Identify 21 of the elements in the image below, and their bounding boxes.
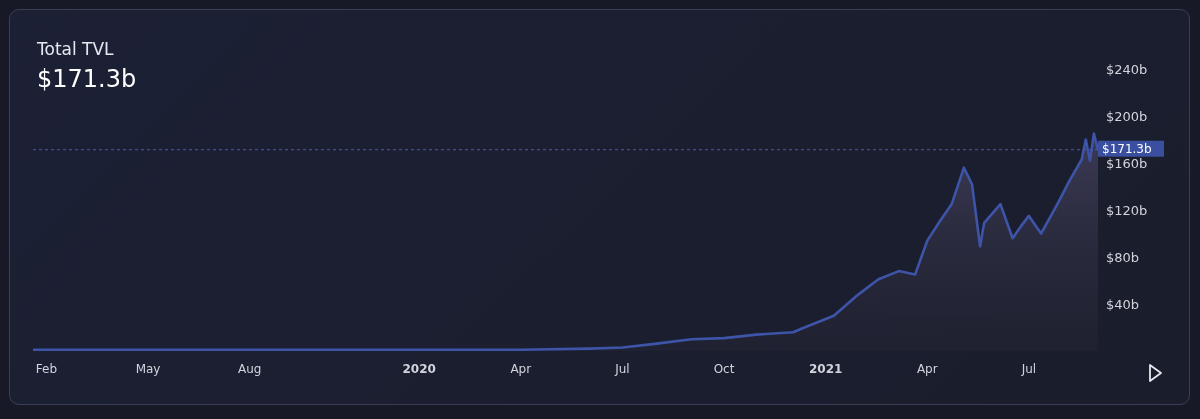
price-tag: $171.3b: [1098, 140, 1164, 157]
axis-label: 2021: [808, 362, 843, 376]
axis-label: 2020: [402, 362, 436, 376]
axis-label: May: [135, 362, 161, 376]
axis-label: $200b: [1106, 109, 1148, 124]
axis-label: $240b: [1106, 62, 1148, 77]
axis-label: $160b: [1106, 156, 1148, 171]
axis-label: $40b: [1106, 297, 1140, 312]
axis-label: Feb: [35, 362, 58, 376]
axis-label: $80b: [1106, 250, 1140, 265]
axis-label: Oct: [713, 362, 735, 376]
play-icon[interactable]: [1149, 364, 1162, 382]
total-value: $171.3b: [37, 65, 137, 93]
chart-title: Total TVL: [37, 39, 115, 59]
ref-line-label: $171.3b: [1102, 142, 1152, 157]
axis-label: Jul: [1021, 362, 1037, 376]
axis-label: Apr: [916, 362, 938, 376]
axis-label: $120b: [1106, 203, 1148, 218]
axis-label: Aug: [237, 362, 262, 376]
axis-label: Apr: [510, 362, 532, 376]
axis-label: Jul: [615, 362, 630, 376]
